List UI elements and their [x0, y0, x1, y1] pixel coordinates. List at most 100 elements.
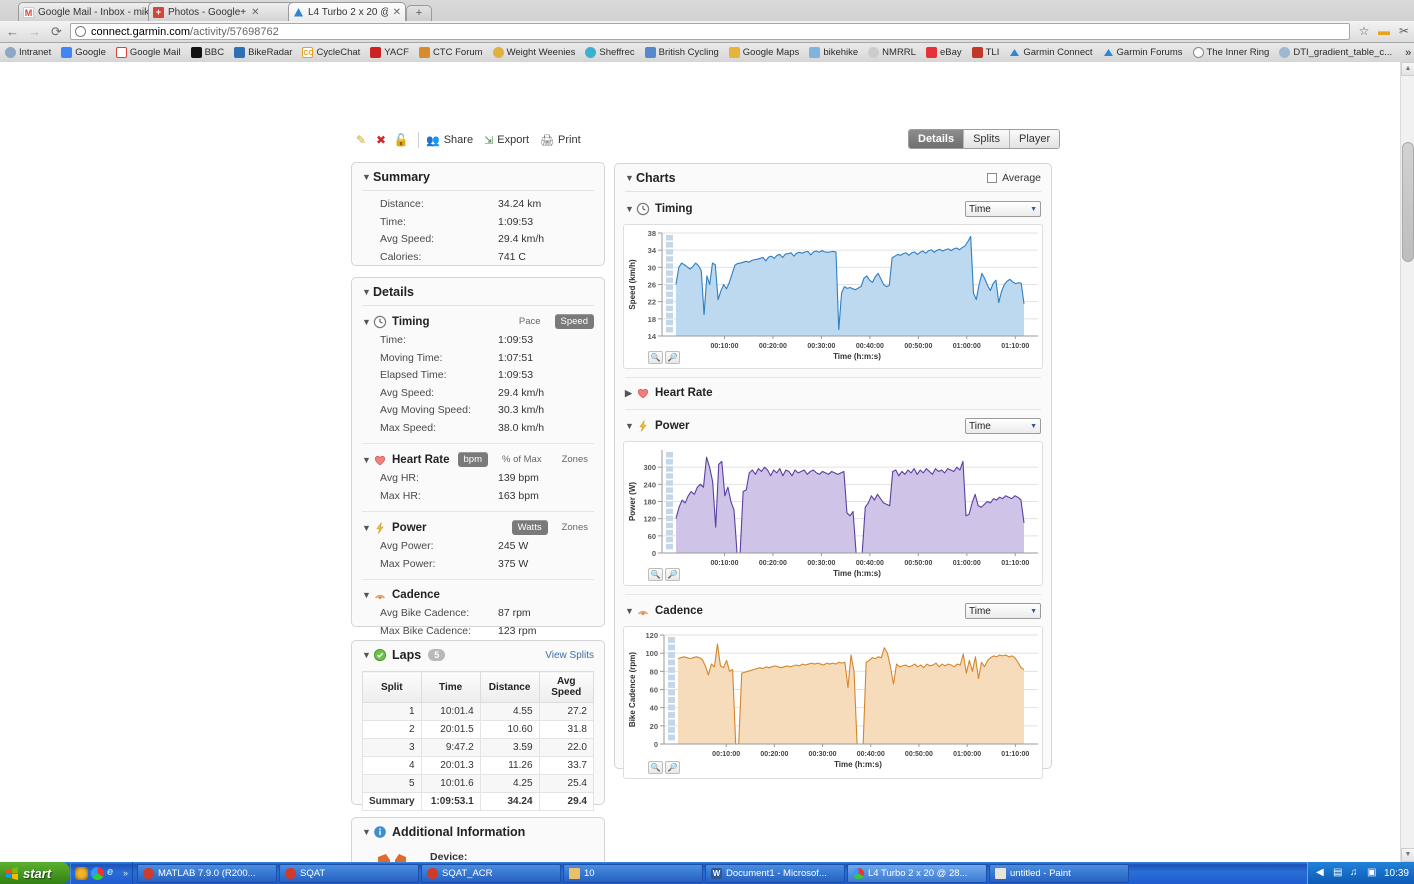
cadence-x-axis-select[interactable]: Time ▼ — [965, 603, 1041, 619]
volume-icon[interactable]: ◀ — [1316, 867, 1328, 879]
tab-player[interactable]: Player — [1009, 130, 1060, 148]
zoom-in-icon[interactable]: 🔍 — [648, 568, 663, 581]
back-button[interactable]: ← — [3, 22, 22, 41]
toggle-zones[interactable]: Zones — [556, 452, 594, 467]
zoom-in-icon[interactable]: 🔍 — [648, 761, 663, 774]
new-tab-button[interactable]: + — [406, 5, 432, 21]
bookmark-item[interactable]: eBay — [921, 44, 967, 61]
bookmark-item[interactable]: bikehike — [804, 44, 863, 61]
bookmark-item[interactable]: Google Maps — [724, 44, 805, 61]
browser-tab-1[interactable]: + Photos - Google+ ✕ — [148, 2, 310, 21]
ie-icon[interactable]: e — [107, 866, 120, 880]
bookmark-item[interactable]: British Cycling — [640, 44, 724, 61]
taskbar-item[interactable]: L4 Turbo 2 x 20 @ 28... — [847, 863, 988, 883]
taskbar-item[interactable]: W Document1 - Microsof... — [705, 863, 846, 883]
bookmark-item[interactable]: Garmin Forums — [1098, 44, 1188, 61]
chevron-right-icon[interactable] — [625, 388, 636, 399]
reload-button[interactable]: ⟳ — [47, 22, 66, 41]
bookmark-item[interactable]: YACF — [365, 44, 414, 61]
toggle-bpm[interactable]: bpm — [457, 452, 488, 467]
chart-power-header[interactable]: Power Time ▼ — [615, 414, 1051, 437]
close-icon[interactable]: ✕ — [251, 7, 259, 18]
display-icon[interactable]: ▣ — [1367, 867, 1379, 879]
cadence-chart[interactable]: 0 20 40 60 80 100 120 00:10:00 00:20:00 00:30:00 0… — [623, 626, 1043, 779]
taskbar-item[interactable]: MATLAB 7.9.0 (R200... — [137, 863, 278, 883]
bookmarks-overflow[interactable]: » Other bookmarks — [1397, 42, 1414, 64]
taskbar-item[interactable]: 10 — [563, 863, 704, 883]
overflow-chevron-icon[interactable]: » — [123, 868, 128, 878]
zoom-out-icon[interactable]: 🔎 — [665, 568, 680, 581]
power-x-axis-select[interactable]: Time ▼ — [965, 418, 1041, 434]
scroll-up-icon[interactable]: ▲ — [1401, 62, 1414, 76]
bookmark-item[interactable]: DTI_gradient_table_c... — [1274, 44, 1397, 61]
taskbar-item[interactable]: untitled - Paint — [989, 863, 1130, 883]
chart-timing-header[interactable]: Timing Time ▼ — [615, 197, 1051, 220]
power-chart[interactable]: 0 60 120 180 240 300 00:10:00 00:20:00 00:30:00 0… — [623, 441, 1043, 586]
toggle-pct-max[interactable]: % of Max — [496, 452, 548, 467]
chart-heartrate-header[interactable]: Heart Rate — [615, 382, 1051, 403]
start-button[interactable]: start — [0, 862, 70, 884]
bookmark-item[interactable]: CTC Forum — [414, 44, 488, 61]
chevron-down-icon[interactable] — [625, 421, 636, 431]
close-icon[interactable]: ✕ — [393, 7, 401, 18]
media-icon[interactable] — [75, 866, 88, 880]
details-section-heartrate-header[interactable]: Heart Rate bpm % of Max Zones — [352, 448, 604, 470]
scroll-down-icon[interactable]: ▼ — [1401, 848, 1414, 862]
laps-header[interactable]: Laps 5 View Splits — [352, 641, 604, 668]
unlock-icon[interactable]: 🔓 — [391, 131, 411, 149]
table-row[interactable]: 4 20:01.3 11.26 33.7 — [362, 756, 595, 775]
chevron-down-icon[interactable] — [362, 590, 373, 600]
table-row[interactable]: 2 20:01.5 10.60 31.8 — [362, 720, 595, 739]
charts-header[interactable]: Charts Average — [615, 164, 1051, 191]
zoom-in-icon[interactable]: 🔍 — [648, 351, 663, 364]
details-section-timing-header[interactable]: Timing Pace Speed — [352, 310, 604, 332]
chevron-down-icon[interactable] — [362, 650, 373, 660]
column-header[interactable]: Avg Speed — [538, 671, 595, 703]
toggle-watts[interactable]: Watts — [511, 520, 548, 535]
average-toggle[interactable]: Average — [987, 172, 1041, 184]
browser-tab-2[interactable]: L4 Turbo 2 x 20 @ 284 / 288W ✕ — [288, 2, 406, 21]
chevron-down-icon[interactable] — [625, 173, 636, 183]
overflow-chevron-icon[interactable]: » — [1397, 47, 1414, 59]
timing-chart[interactable]: 14 18 22 26 30 34 38 00:10:00 00:20:00 00:30:00 00… — [623, 224, 1043, 369]
bookmark-item[interactable]: Sheffrec — [580, 44, 639, 61]
column-header[interactable]: Distance — [479, 671, 540, 703]
wrench-icon[interactable]: ✂ — [1394, 22, 1414, 41]
edit-pencil-icon[interactable]: ✎ — [351, 131, 371, 149]
table-row[interactable]: 1 10:01.4 4.55 27.2 — [362, 702, 595, 721]
taskbar-item[interactable]: SQAT_ACR — [421, 863, 562, 883]
tab-details[interactable]: Details — [909, 130, 965, 148]
bookmark-item[interactable]: Google — [56, 44, 111, 61]
bluetooth-icon[interactable]: ♫ — [1350, 867, 1362, 879]
page-scrollbar[interactable]: ▲ ▼ — [1400, 62, 1414, 862]
table-row[interactable]: 5 10:01.6 4.25 25.4 — [362, 774, 595, 793]
chevron-down-icon[interactable] — [362, 317, 373, 327]
bookmark-item[interactable]: Garmin Connect — [1004, 44, 1097, 61]
details-section-power-header[interactable]: Power Watts Zones — [352, 516, 604, 538]
additional-info-header[interactable]: Additional Information — [352, 818, 604, 845]
forward-button[interactable]: → — [25, 22, 44, 41]
column-header[interactable]: Split — [362, 671, 422, 703]
chevron-down-icon[interactable] — [362, 172, 373, 182]
toggle-zones[interactable]: Zones — [556, 520, 594, 535]
bookmark-item[interactable]: Google Mail — [111, 44, 186, 61]
network-icon[interactable]: ▤ — [1333, 867, 1345, 879]
chevron-down-icon[interactable] — [362, 523, 373, 533]
bookmark-item[interactable]: BikeRadar — [229, 44, 297, 61]
export-button[interactable]: ⇲ Export — [484, 134, 529, 147]
timing-x-axis-select[interactable]: Time ▼ — [965, 201, 1041, 217]
table-row[interactable]: 3 9:47.2 3.59 22.0 — [362, 738, 595, 757]
view-splits-link[interactable]: View Splits — [545, 650, 594, 661]
average-checkbox[interactable] — [987, 173, 998, 183]
bookmark-item[interactable]: CC CycleChat — [297, 44, 365, 61]
print-button[interactable]: 🖨 Print — [540, 134, 581, 147]
extension-icon[interactable]: ▬ — [1374, 22, 1394, 41]
summary-header[interactable]: Summary — [352, 163, 604, 190]
chevron-down-icon[interactable] — [362, 287, 373, 297]
bookmark-item[interactable]: Weight Weenies — [488, 44, 581, 61]
chevron-down-icon[interactable] — [625, 204, 636, 214]
bookmark-item[interactable]: Intranet — [0, 44, 56, 61]
address-bar[interactable]: connect.garmin.com/activity/57698762 — [70, 23, 1350, 40]
chevron-down-icon[interactable] — [362, 455, 373, 465]
bookmark-item[interactable]: The Inner Ring — [1188, 44, 1275, 61]
